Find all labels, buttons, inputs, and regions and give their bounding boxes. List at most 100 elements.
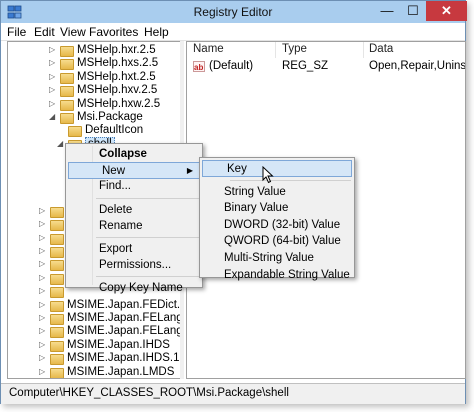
expand-arrow-icon[interactable]: ▷	[49, 72, 59, 81]
folder-icon	[50, 327, 64, 339]
menu-edit[interactable]: Edit	[34, 25, 55, 39]
mouse-pointer-icon	[262, 166, 274, 184]
expand-arrow-icon[interactable]: ▷	[49, 99, 59, 108]
folder-icon	[60, 46, 74, 57]
value-name[interactable]: (Default)	[209, 60, 253, 72]
menu-item-string-value[interactable]: String Value	[200, 184, 354, 201]
menu-separator	[96, 237, 199, 238]
folder-icon	[68, 126, 82, 138]
menu-file[interactable]: File	[7, 25, 26, 39]
tree-item-label: MSHelp.hxs.2.5	[77, 57, 159, 70]
column-header-data[interactable]: Data	[369, 43, 393, 55]
menu-favorites[interactable]: Favorites	[89, 25, 138, 39]
menu-separator	[96, 197, 199, 199]
tree-item-label: MSHelp.hxv.2.5	[77, 84, 158, 97]
folder-icon	[50, 273, 64, 285]
folder-icon	[60, 72, 74, 84]
menu-item-multi-string-value[interactable]: Multi-String Value	[200, 250, 354, 267]
expand-arrow-icon[interactable]: ▷	[39, 367, 49, 376]
string-value-icon: ab	[193, 61, 205, 72]
menu-item-label: DWORD (32-bit) Value	[224, 218, 341, 231]
folder-icon	[50, 354, 64, 366]
tree-item-label: MSIME.Japan.FELang.15	[67, 325, 182, 338]
menu-item-delete[interactable]: Delete	[66, 202, 202, 219]
tree-item-label: MSHelp.hxw.2.5	[77, 97, 161, 110]
status-bar: Computer\HKEY_CLASSES_ROOT\Msi.Package\s…	[1, 383, 465, 404]
menu-item-collapse[interactable]: Collapse	[66, 146, 202, 163]
expand-arrow-icon[interactable]: ▷	[39, 300, 49, 309]
column-divider[interactable]	[363, 42, 364, 58]
folder-icon	[50, 260, 64, 272]
menu-item-label: Rename	[99, 219, 143, 232]
column-header-name[interactable]: Name	[193, 43, 224, 55]
menu-item-expandable-string-value[interactable]: Expandable String Value	[200, 267, 354, 284]
tree-item-label: MSIME.Japan.LMDS	[67, 365, 175, 378]
tree-item[interactable]: ▷ MSIME.Japan.LMDS	[8, 365, 181, 378]
menu-item-dword-32-bit-value[interactable]: DWORD (32-bit) Value	[200, 217, 354, 234]
folder-icon	[50, 287, 64, 299]
folder-icon	[60, 59, 74, 71]
minimize-button[interactable]: —	[374, 1, 400, 21]
expand-arrow-icon[interactable]: ▷	[39, 246, 49, 255]
menu-item-label: Export	[99, 243, 133, 255]
menu-separator	[230, 179, 351, 181]
tree-item-label: MSIME.Japan.FEDict.15	[67, 298, 182, 311]
menu-separator	[96, 276, 199, 278]
menu-item-label: Expandable String Value	[224, 268, 350, 281]
menu-item-label: String Value	[224, 185, 286, 198]
title-bar[interactable]: Registry Editor — ☐ ✕	[1, 1, 467, 23]
menu-bar: File Edit View Favorites Help	[1, 23, 465, 41]
menu-help[interactable]: Help	[144, 25, 169, 39]
expand-arrow-icon[interactable]: ▷	[39, 286, 49, 295]
folder-icon	[50, 206, 64, 218]
tree-item-label: MSIME.Japan.FELang	[67, 312, 182, 324]
folder-icon	[50, 300, 64, 312]
menu-item-binary-value[interactable]: Binary Value	[200, 200, 354, 217]
folder-icon	[50, 314, 64, 325]
close-button[interactable]: ✕	[426, 1, 467, 21]
menu-item-new[interactable]: New ▶	[68, 162, 200, 180]
expand-arrow-icon[interactable]: ▷	[39, 340, 49, 349]
folder-icon	[50, 220, 64, 232]
menu-item-label: Delete	[99, 203, 133, 216]
menu-item-export[interactable]: Export	[66, 241, 202, 258]
menu-item-label: New	[102, 165, 126, 178]
folder-icon	[60, 86, 74, 98]
expand-arrow-icon[interactable]: ▷	[39, 259, 49, 268]
expand-arrow-icon[interactable]: ▷	[39, 219, 49, 228]
menu-item-qword-64-bit-value[interactable]: QWORD (64-bit) Value	[200, 233, 354, 250]
tree-item-label: MSIME.Japan.IHDS.15	[67, 352, 182, 365]
menu-item-label: Permissions...	[99, 259, 172, 272]
expand-arrow-icon[interactable]: ▷	[49, 85, 59, 94]
column-divider[interactable]	[275, 42, 276, 58]
tree-item-label: MSIME.Japan.IHDS	[67, 338, 170, 351]
expand-arrow-icon[interactable]: ▷	[39, 233, 49, 242]
menu-item-permissions[interactable]: Permissions...	[66, 257, 202, 274]
key-path: Computer\HKEY_CLASSES_ROOT\Msi.Package\s…	[9, 387, 289, 399]
value-data: Open,Repair,Uninstall	[369, 60, 466, 72]
expand-arrow-icon[interactable]: ▷	[39, 273, 49, 282]
tree-item-label: Msi.Package	[77, 111, 143, 123]
folder-icon	[50, 233, 64, 245]
expand-arrow-icon[interactable]: ▷	[39, 206, 49, 215]
column-header-type[interactable]: Type	[282, 43, 307, 55]
menu-item-find[interactable]: Find...	[66, 178, 202, 195]
menu-item-label: Collapse	[99, 148, 147, 160]
expand-arrow-icon[interactable]: ▷	[39, 313, 49, 322]
folder-icon	[50, 247, 64, 258]
menu-item-label: Multi-String Value	[224, 252, 314, 264]
expand-arrow-icon[interactable]: ▷	[49, 45, 59, 54]
menu-item-key[interactable]: Key	[202, 160, 352, 177]
tree-item-label: DefaultIcon	[85, 124, 144, 137]
menu-item-copy-key-name[interactable]: Copy Key Name	[66, 280, 202, 297]
menu-item-label: QWORD (64-bit) Value	[224, 235, 341, 248]
maximize-button[interactable]: ☐	[400, 1, 426, 21]
menu-view[interactable]: View	[60, 25, 86, 39]
menu-item-rename[interactable]: Rename	[66, 218, 202, 235]
folder-icon	[50, 340, 64, 352]
expand-arrow-icon[interactable]: ▷	[39, 353, 49, 362]
collapse-arrow-icon[interactable]: ◢	[49, 112, 59, 121]
menu-item-label: Key	[227, 163, 247, 175]
expand-arrow-icon[interactable]: ▷	[49, 58, 59, 67]
expand-arrow-icon[interactable]: ▷	[39, 326, 49, 335]
